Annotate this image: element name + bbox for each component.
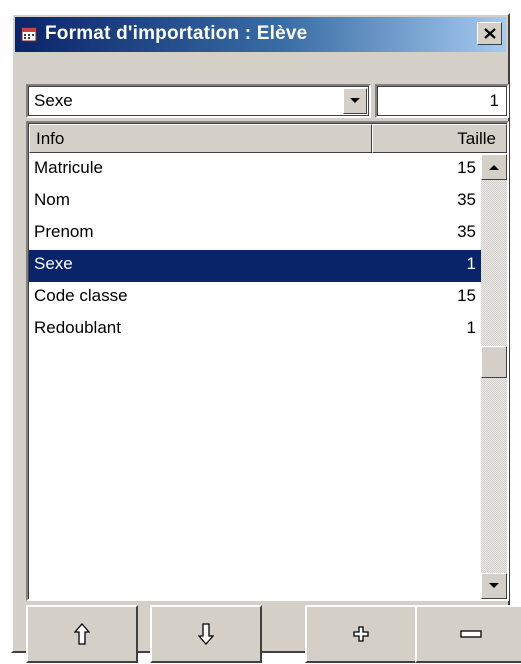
row-taille: 15 bbox=[457, 286, 476, 305]
list-item-selected[interactable]: Sexe 1 bbox=[29, 250, 481, 282]
row-taille: 35 bbox=[457, 222, 476, 241]
row-taille: 1 bbox=[466, 254, 476, 273]
scroll-thumb[interactable] bbox=[481, 346, 507, 378]
size-input-value: 1 bbox=[489, 91, 499, 110]
size-input[interactable]: 1 bbox=[375, 84, 509, 118]
row-taille: 15 bbox=[457, 158, 476, 177]
column-header-info[interactable]: Info bbox=[29, 124, 372, 153]
row-info: Nom bbox=[34, 190, 70, 209]
column-header-taille[interactable]: Taille bbox=[372, 124, 507, 153]
row-info: Redoublant bbox=[34, 318, 121, 337]
list-item[interactable]: Redoublant 1 bbox=[29, 314, 481, 346]
row-info: Code classe bbox=[34, 286, 128, 305]
add-button[interactable] bbox=[305, 605, 417, 663]
calendar-icon bbox=[21, 27, 37, 42]
field-select-dropdown-button[interactable] bbox=[343, 88, 367, 114]
vertical-scrollbar[interactable] bbox=[481, 154, 507, 599]
field-rows: Matricule 15 Nom 35 Prenom 35 Sexe 1 Cod… bbox=[29, 154, 481, 346]
row-info: Sexe bbox=[34, 254, 73, 273]
title-bar[interactable]: Format d'importation : Elève bbox=[15, 17, 506, 52]
row-taille: 1 bbox=[466, 318, 476, 337]
list-item[interactable]: Nom 35 bbox=[29, 186, 481, 218]
row-taille: 35 bbox=[457, 190, 476, 209]
arrow-down-icon bbox=[198, 623, 214, 645]
plus-icon bbox=[353, 626, 369, 642]
field-select[interactable]: Sexe bbox=[26, 84, 371, 118]
window-title: Format d'importation : Elève bbox=[45, 23, 308, 44]
list-item[interactable]: Matricule 15 bbox=[29, 154, 481, 186]
triangle-up-icon bbox=[489, 165, 499, 170]
list-item[interactable]: Code classe 15 bbox=[29, 282, 481, 314]
minus-icon bbox=[460, 630, 482, 638]
move-up-button[interactable] bbox=[26, 605, 138, 663]
scroll-down-button[interactable] bbox=[481, 573, 507, 599]
chevron-down-icon bbox=[350, 98, 360, 103]
field-select-value: Sexe bbox=[34, 91, 73, 110]
close-button[interactable] bbox=[477, 22, 502, 45]
field-list: Info Taille Matricule 15 Nom 35 Prenom 3… bbox=[26, 121, 509, 601]
close-icon bbox=[483, 28, 496, 39]
row-info: Matricule bbox=[34, 158, 103, 177]
list-item[interactable]: Prenom 35 bbox=[29, 218, 481, 250]
scroll-up-button[interactable] bbox=[481, 154, 507, 180]
triangle-down-icon bbox=[489, 583, 499, 588]
row-info: Prenom bbox=[34, 222, 94, 241]
import-format-window: Format d'importation : Elève Sexe 1 Info… bbox=[11, 13, 521, 663]
move-down-button[interactable] bbox=[150, 605, 262, 663]
remove-button[interactable] bbox=[415, 605, 521, 663]
arrow-up-icon bbox=[74, 623, 90, 645]
